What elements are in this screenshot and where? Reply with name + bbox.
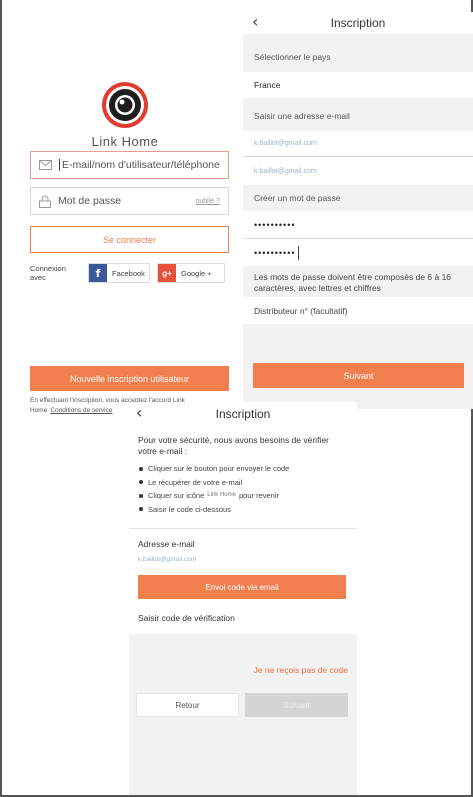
send-code-button[interactable]: Envoi code via email: [138, 575, 346, 599]
inscription-header: ‹ Inscription: [243, 12, 473, 34]
verification-steps: Cliquer sur le bouton pour envoyer le co…: [138, 462, 350, 516]
verification-title: Inscription: [215, 407, 271, 421]
password-confirm-value: ••••••••••: [254, 247, 296, 258]
login-button[interactable]: Se connecter: [30, 226, 229, 253]
text-caret: [59, 159, 60, 171]
distributor-input[interactable]: Distributeur n° (facultatif): [243, 297, 473, 324]
no-code-link[interactable]: Je ne reçois pas de code: [240, 665, 348, 675]
identifier-placeholder: E-mail/nom d'utilisateur/téléphone: [62, 159, 220, 171]
inscription-title: Inscription: [330, 16, 386, 30]
step-text: Le récupérer de votre e-mail: [148, 477, 243, 487]
email-address-value: k.baillot@gmail.com: [138, 556, 197, 563]
step-text: Cliquer sur icône: [148, 491, 205, 500]
google-plus-icon: g+: [158, 264, 176, 282]
step-item: Le récupérer de votre e-mail: [138, 476, 350, 490]
password-confirm-input[interactable]: ••••••••••: [243, 239, 473, 266]
next-button-disabled[interactable]: Suivant: [245, 693, 348, 717]
facebook-label: Facebook: [112, 268, 145, 278]
step-text: Cliquer sur le bouton pour envoyer le co…: [148, 464, 290, 473]
step-item: Cliquer sur icône Link Home pour revenir: [138, 489, 350, 503]
email-input[interactable]: k.baillot@gmail.com: [243, 131, 473, 157]
step-suffix: pour revenir: [238, 491, 279, 500]
google-plus-button[interactable]: g+ Google +: [157, 263, 225, 283]
password-label: Créer un mot de passe: [254, 193, 341, 203]
verification-header: ‹ Inscription: [129, 402, 357, 426]
brand-name: Link Home: [91, 134, 159, 149]
password-rules: Les mots de passe doivent être composés …: [254, 272, 452, 293]
forgot-password-link[interactable]: oublié ?: [195, 198, 220, 205]
country-label: Sélectionner le pays: [254, 52, 331, 62]
country-select[interactable]: France: [243, 72, 473, 98]
password-input[interactable]: Mot de passe oublié ?: [30, 187, 229, 215]
mail-icon: [39, 160, 52, 170]
verification-intro: Pour votre sécurité, nous avons besoins …: [138, 435, 329, 456]
facebook-button[interactable]: f Facebook: [88, 263, 150, 283]
step-text: Saisir le code ci-dessous: [148, 504, 231, 514]
step-item: Saisir le code ci-dessous: [138, 503, 350, 517]
password-input[interactable]: ••••••••••: [243, 211, 473, 239]
inscription-next-button[interactable]: Suivant: [253, 363, 464, 388]
facebook-icon: f: [89, 264, 107, 282]
divider: [129, 528, 357, 529]
new-user-button[interactable]: Nouvelle inscription utilisateur: [30, 366, 229, 391]
social-login-label: Connexion avec: [30, 264, 66, 282]
verification-card: [129, 426, 357, 634]
terms-link[interactable]: Conditions de service: [50, 407, 112, 414]
email-confirm-input[interactable]: k.baillot@gmail.com: [243, 157, 473, 185]
text-caret: [297, 245, 299, 260]
google-label: Google +: [181, 268, 212, 278]
lock-icon: [39, 195, 51, 208]
camera-lens-logo: [100, 80, 150, 130]
back-button[interactable]: Retour: [136, 693, 239, 717]
verification-code-input[interactable]: Saisir code de vérification: [138, 613, 235, 623]
identifier-input[interactable]: E-mail/nom d'utilisateur/téléphone: [30, 151, 229, 179]
email-label: Saisir une adresse e-mail: [254, 111, 350, 121]
email-address-label: Adresse e-mail: [138, 539, 195, 549]
password-placeholder: Mot de passe: [58, 195, 122, 207]
step-app-name: Link Home: [207, 492, 236, 498]
step-item: Cliquer sur le bouton pour envoyer le co…: [138, 462, 350, 476]
